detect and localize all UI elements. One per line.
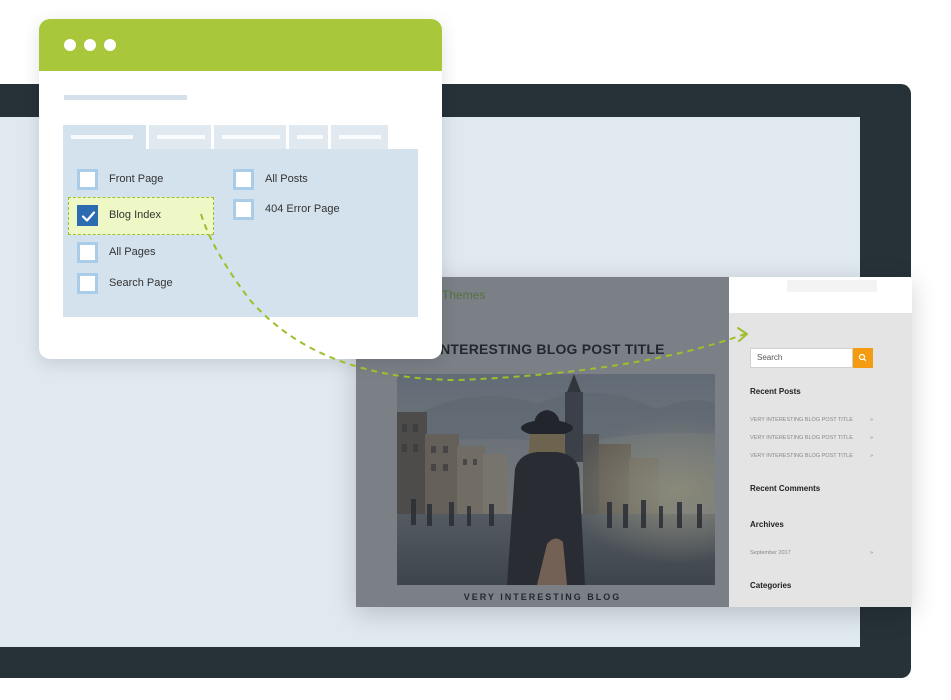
recent-post-link[interactable]: VERY INTERESTING BLOG POST TITLE » (750, 435, 873, 441)
card-titlebar (39, 19, 442, 71)
checkbox-checked[interactable] (77, 205, 98, 226)
recent-post-title: VERY INTERESTING BLOG POST TITLE (750, 435, 853, 441)
tab-4[interactable] (289, 125, 328, 149)
recent-post-link[interactable]: VERY INTERESTING BLOG POST TITLE » (750, 417, 873, 423)
search-icon (858, 353, 867, 362)
tab-1[interactable] (63, 125, 146, 149)
checkbox[interactable] (77, 169, 98, 190)
window-dot-icon (84, 39, 96, 51)
checkbox[interactable] (233, 169, 254, 190)
sidebar-header (729, 277, 912, 313)
archive-link[interactable]: September 2017 » (750, 550, 873, 556)
preview-featured-image (397, 374, 715, 585)
check-icon (81, 211, 96, 222)
chevron-right-icon: » (869, 453, 873, 459)
sidebar-header-bar (787, 280, 877, 292)
preview-post-title[interactable]: INTERESTING BLOG POST TITLE (436, 341, 665, 357)
display-rules-card: Front Page Blog Index All Pages Search P… (39, 19, 442, 359)
archive-month: September 2017 (750, 550, 791, 556)
chevron-right-icon: » (869, 435, 873, 441)
option-label: Front Page (109, 173, 164, 185)
preview-brand[interactable]: Themes (442, 288, 485, 302)
sidebar-search-button[interactable] (853, 348, 873, 368)
sidebar-search-input[interactable]: Search (750, 348, 853, 368)
city-street-photo (397, 374, 715, 585)
checkbox[interactable] (77, 273, 98, 294)
preview-post-caption: VERY INTERESTING BLOG (463, 592, 622, 602)
window-dot-icon (64, 39, 76, 51)
card-title-placeholder (64, 95, 187, 100)
window-dot-icon (104, 39, 116, 51)
recent-post-title: VERY INTERESTING BLOG POST TITLE (750, 453, 853, 459)
tab-5[interactable] (331, 125, 388, 149)
option-label: 404 Error Page (265, 203, 340, 215)
chevron-right-icon: » (869, 417, 873, 423)
tab-3[interactable] (214, 125, 286, 149)
categories-heading: Categories (750, 581, 792, 590)
recent-comments-heading: Recent Comments (750, 484, 821, 493)
tab-2[interactable] (149, 125, 211, 149)
option-label: All Posts (265, 173, 308, 185)
archives-heading: Archives (750, 520, 784, 529)
option-label: All Pages (109, 246, 156, 258)
checkbox[interactable] (77, 242, 98, 263)
recent-post-title: VERY INTERESTING BLOG POST TITLE (750, 417, 853, 423)
recent-post-link[interactable]: VERY INTERESTING BLOG POST TITLE » (750, 453, 873, 459)
option-label: Blog Index (109, 209, 161, 221)
checkbox[interactable] (233, 199, 254, 220)
chevron-right-icon: » (869, 550, 873, 556)
preview-sidebar: Search Recent Posts VERY INTERESTING BLO… (729, 277, 912, 607)
option-label: Search Page (109, 277, 173, 289)
recent-posts-heading: Recent Posts (750, 387, 801, 396)
